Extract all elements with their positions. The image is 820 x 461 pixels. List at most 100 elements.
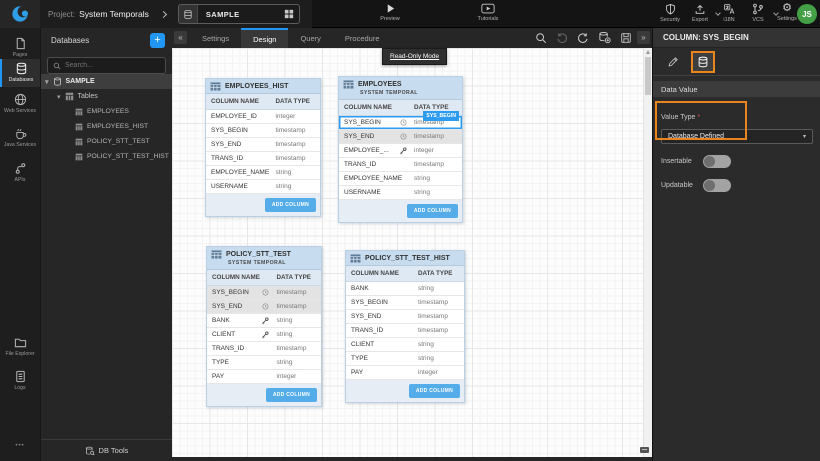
table-row[interactable]: SYS_BEGINtimestamp <box>206 124 320 138</box>
tutorials-button[interactable]: Tutorials <box>470 3 506 22</box>
table-card-employees-hist[interactable]: EMPLOYEES_HIST COLUMN NAME DATA TYPE EMP… <box>205 78 321 217</box>
tab-procedure[interactable]: Procedure <box>333 28 392 48</box>
tab-column-data[interactable] <box>691 51 715 73</box>
user-avatar[interactable]: JS <box>797 4 817 24</box>
pencil-icon <box>667 56 679 68</box>
table-row[interactable]: TRANS_IDtimestamp <box>206 152 320 166</box>
scroll-up-arrow[interactable] <box>646 50 650 54</box>
table-card-policy-stt-test-hist[interactable]: POLICY_STT_TEST_HIST COLUMN NAME DATA TY… <box>345 250 465 403</box>
sidebar-item-pages[interactable]: Pages <box>0 34 40 62</box>
table-card-employees[interactable]: EMPLOYEES SYSTEM TEMPORAL COLUMN NAME DA… <box>338 76 463 223</box>
tab-query[interactable]: Query <box>288 28 332 48</box>
updatable-toggle[interactable] <box>703 179 731 192</box>
table-row[interactable]: TYPEstring <box>207 356 321 370</box>
table-card-header[interactable]: EMPLOYEES_HIST <box>206 79 320 94</box>
table-card-policy-stt-test[interactable]: POLICY_STT_TEST SYSTEM TEMPORAL COLUMN N… <box>206 246 322 407</box>
table-card-header[interactable]: EMPLOYEES SYSTEM TEMPORAL <box>339 77 462 100</box>
table-row[interactable]: SYS_END timestamp <box>339 130 462 144</box>
database-icon <box>15 62 28 75</box>
value-type-select[interactable]: Database Defined ▾ <box>661 129 813 144</box>
table-row[interactable]: CLIENTstring <box>346 338 464 352</box>
tree-node-policy-stt-test[interactable]: POLICY_STT_TEST <box>41 134 172 149</box>
table-row[interactable]: EMPLOYEE_NAMEstring <box>339 172 462 186</box>
tree-node-sample[interactable]: ▾ SAMPLE <box>41 74 172 89</box>
tree-node-label: Tables <box>78 93 98 100</box>
redo-icon[interactable] <box>577 32 589 44</box>
table-row[interactable]: EMPLOYEE_NAMEstring <box>206 166 320 180</box>
add-column-button[interactable]: ADD COLUMN <box>265 198 316 212</box>
table-card-header[interactable]: POLICY_STT_TEST_HIST <box>346 251 464 266</box>
caret-down-icon[interactable]: ▾ <box>57 93 61 101</box>
add-database-button[interactable]: + <box>150 33 165 48</box>
table-row[interactable]: TRANS_IDtimestamp <box>346 324 464 338</box>
table-row[interactable]: SYS_BEGIN timestamp <box>207 286 321 300</box>
logs-icon <box>14 370 27 383</box>
table-row[interactable]: CLIENT string <box>207 328 321 342</box>
sidebar-item-web-services[interactable]: Web Services <box>0 90 40 118</box>
add-column-button[interactable]: ADD COLUMN <box>407 204 458 218</box>
sidebar-item-logs[interactable]: Logs <box>0 367 40 395</box>
table-row[interactable]: SYS_ENDtimestamp <box>206 138 320 152</box>
table-icon <box>75 153 83 161</box>
table-icon <box>343 80 354 89</box>
commit-db-icon[interactable] <box>598 31 611 44</box>
expand-right-button[interactable]: » <box>637 31 650 44</box>
canvas-vertical-scrollbar[interactable] <box>643 48 652 457</box>
sidebar-item-databases[interactable]: Databases <box>0 59 40 87</box>
app-selector[interactable]: SAMPLE <box>178 4 300 24</box>
db-tools-label: DB Tools <box>99 446 129 455</box>
preview-button[interactable]: Preview <box>372 3 408 22</box>
table-row[interactable]: PAYinteger <box>207 370 321 384</box>
sidebar-item-java-services[interactable]: Java Services <box>0 124 40 152</box>
tree-node-tables[interactable]: ▾ Tables <box>41 89 172 104</box>
tree-node-policy-stt-test-hist[interactable]: POLICY_STT_TEST_HIST <box>41 149 172 164</box>
table-row[interactable]: BANKstring <box>346 282 464 296</box>
app-logo[interactable] <box>0 0 40 28</box>
table-card-header[interactable]: POLICY_STT_TEST SYSTEM TEMPORAL <box>207 247 321 270</box>
tree-node-employees-hist[interactable]: EMPLOYEES_HIST <box>41 119 172 134</box>
insertable-row: Insertable <box>661 155 812 168</box>
sidebar-item-apis[interactable]: APIs <box>0 159 40 187</box>
table-row[interactable]: TYPEstring <box>346 352 464 366</box>
tab-settings[interactable]: Settings <box>190 28 241 48</box>
save-icon[interactable] <box>620 32 632 44</box>
table-row[interactable]: SYS_BEGINtimestamp <box>346 296 464 310</box>
add-column-button[interactable]: ADD COLUMN <box>409 384 460 398</box>
database-search[interactable] <box>47 57 166 74</box>
collapse-left-button[interactable]: « <box>174 31 187 44</box>
more-options-button[interactable]: ••• <box>0 443 40 449</box>
grid-icon[interactable] <box>279 9 299 19</box>
search-icon[interactable] <box>535 32 547 44</box>
undo-icon[interactable] <box>556 32 568 44</box>
insertable-toggle[interactable] <box>703 155 731 168</box>
table-row[interactable]: USERNAMEstring <box>206 180 320 194</box>
table-row-selected[interactable]: SYS_BEGIN timestamp SYS_BEGIN <box>339 116 462 130</box>
table-row[interactable]: TRANS_IDtimestamp <box>207 342 321 356</box>
table-row[interactable]: BANK string <box>207 314 321 328</box>
table-row[interactable]: EMPLOYEE_IDinteger <box>206 110 320 124</box>
table-icon <box>75 108 83 116</box>
design-canvas[interactable]: Read-Only Mode EMPLOYEES_HIST COLUMN NAM… <box>172 48 652 457</box>
table-row[interactable]: EMPLOYEE_... integer <box>339 144 462 158</box>
sidebar-item-file-explorer[interactable]: File Explorer <box>0 333 40 361</box>
required-marker: * <box>697 114 700 121</box>
table-row[interactable]: SYS_END timestamp <box>207 300 321 314</box>
add-column-button[interactable]: ADD COLUMN <box>266 388 317 402</box>
canvas-corner-tool[interactable] <box>640 447 649 453</box>
column-name-header: COLUMN NAME <box>344 104 414 111</box>
chevron-right-icon[interactable] <box>160 10 167 17</box>
table-row[interactable]: USERNAMEstring <box>339 186 462 200</box>
tree-node-employees[interactable]: EMPLOYEES <box>41 104 172 119</box>
table-row[interactable]: SYS_ENDtimestamp <box>346 310 464 324</box>
search-input[interactable] <box>65 62 160 69</box>
sidebar-item-label: Java Services <box>2 142 38 149</box>
db-tools-button[interactable]: DB Tools <box>41 439 172 461</box>
scrollbar-thumb[interactable] <box>645 57 651 95</box>
tab-design[interactable]: Design <box>241 28 288 48</box>
table-row[interactable]: PAYinteger <box>346 366 464 380</box>
clock-icon <box>400 119 407 126</box>
table-row[interactable]: TRANS_IDtimestamp <box>339 158 462 172</box>
tab-edit-column[interactable] <box>661 51 685 73</box>
caret-down-icon[interactable]: ▾ <box>45 78 49 86</box>
app-selector-name: SAMPLE <box>198 10 279 19</box>
